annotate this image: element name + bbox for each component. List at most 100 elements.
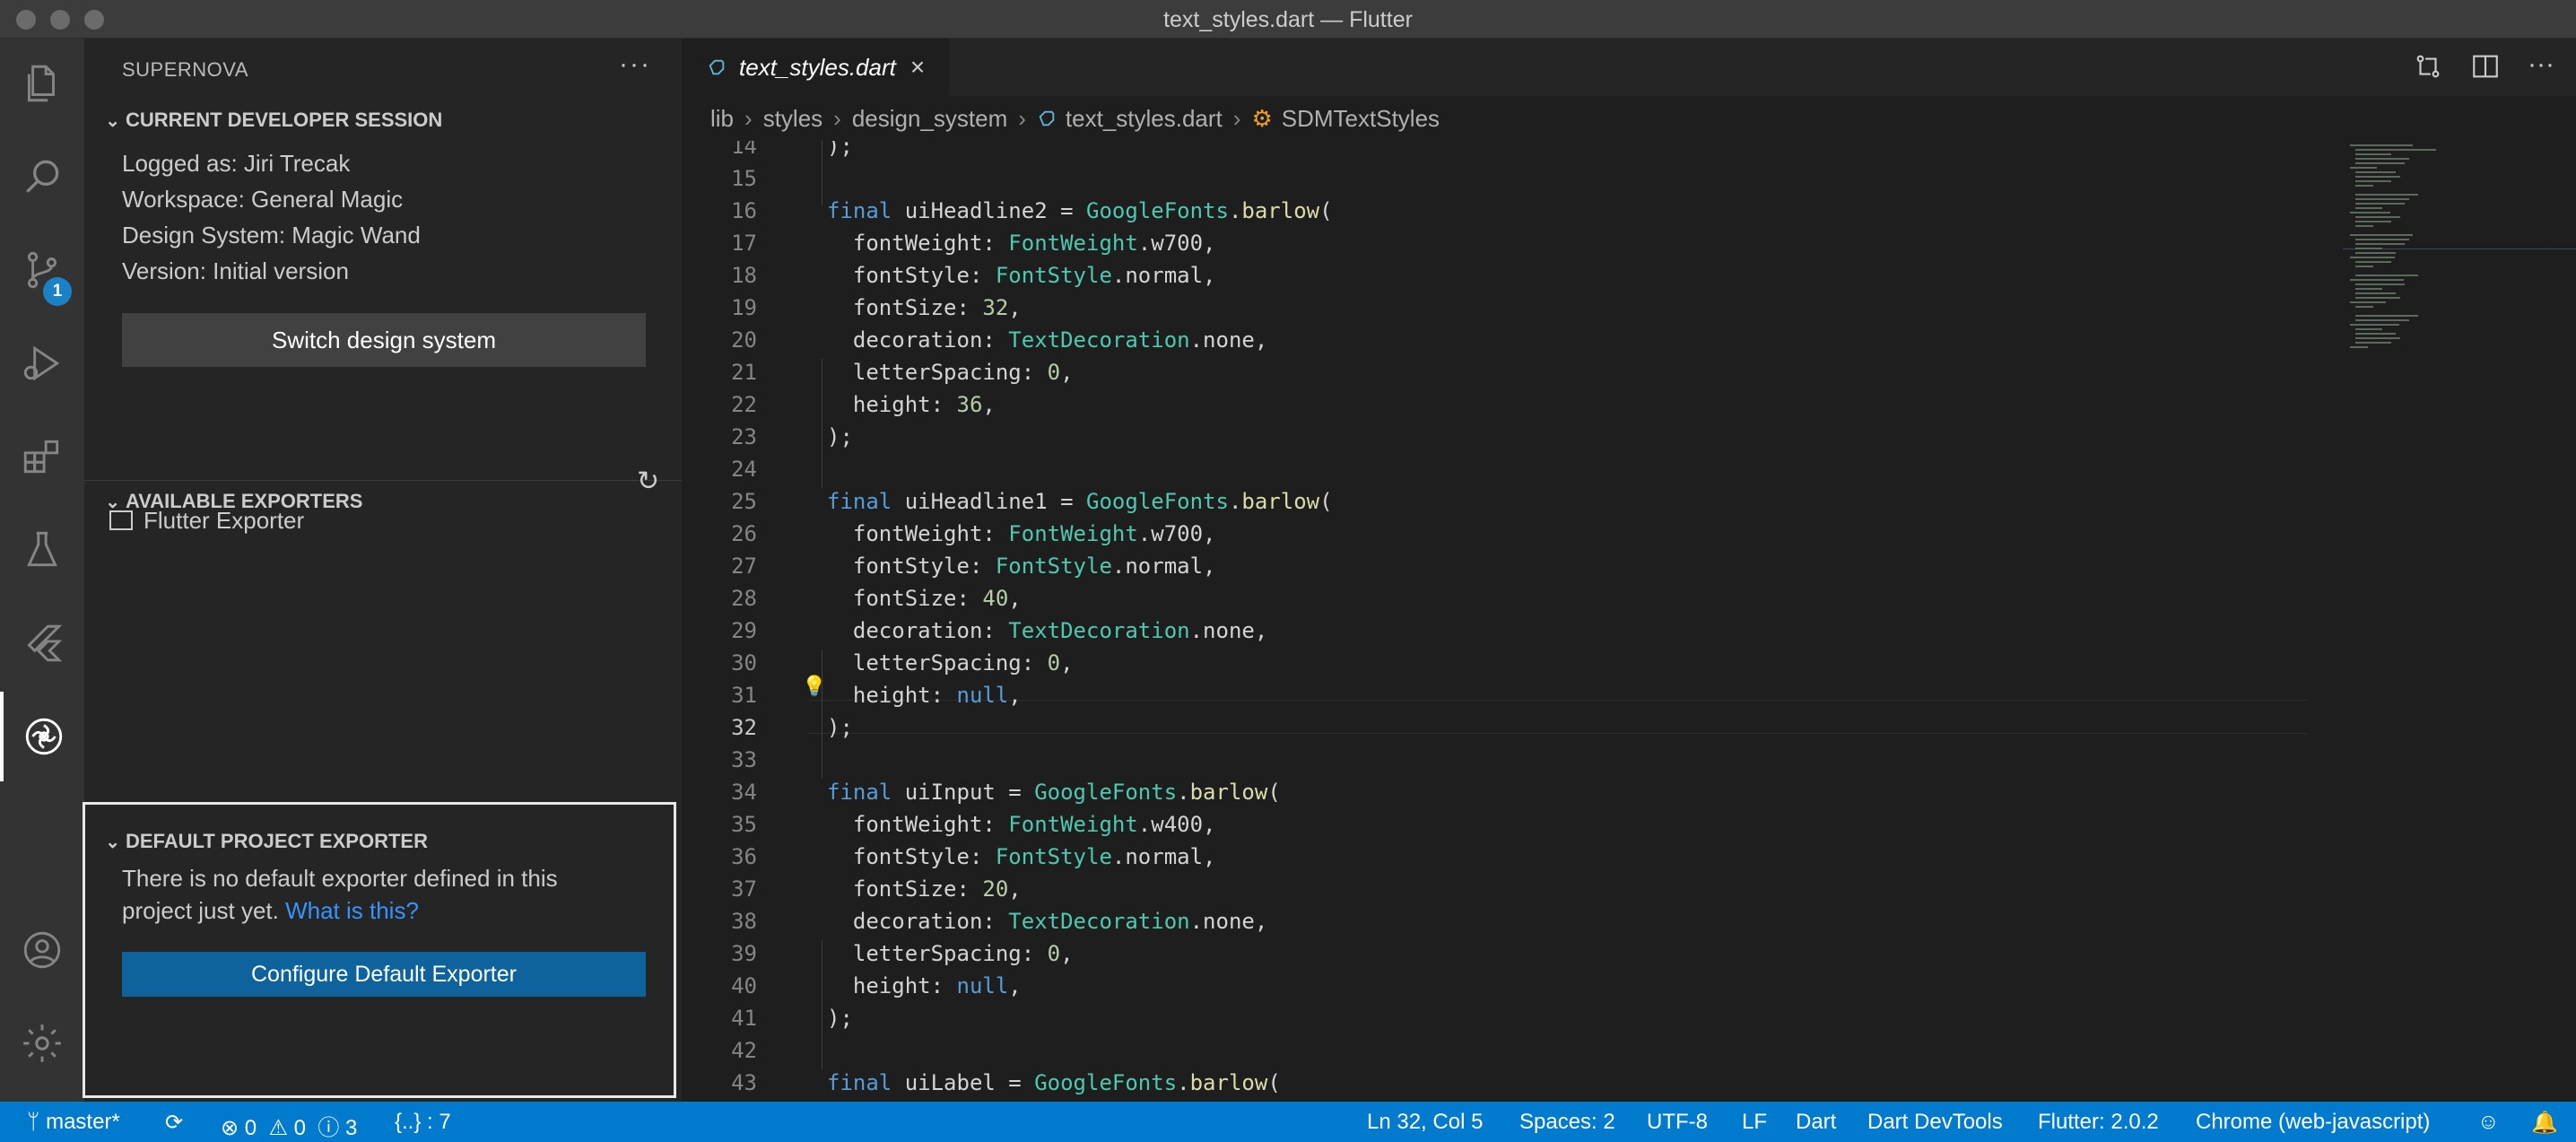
code-line[interactable]: 34 final uiInput = GoogleFonts.barlow( <box>682 780 2341 812</box>
code-line[interactable]: 39 letterSpacing: 0, <box>682 941 2341 973</box>
line-number: 25 <box>731 489 757 514</box>
line-number: 36 <box>731 844 757 869</box>
code-text: fontWeight: FontWeight.w400, <box>827 812 1216 837</box>
settings-icon[interactable] <box>0 998 84 1088</box>
outline-status[interactable]: {..} : 7 <box>395 1110 451 1135</box>
minimap-line <box>2355 225 2373 227</box>
code-line[interactable]: 25 final uiHeadline1 = GoogleFonts.barlow… <box>682 489 2341 521</box>
minimap[interactable] <box>2343 141 2576 1102</box>
line-number: 26 <box>731 521 757 546</box>
code-line[interactable]: 26 fontWeight: FontWeight.w700, <box>682 521 2341 554</box>
code-line[interactable]: 20 decoration: TextDecoration.none, <box>682 327 2341 360</box>
sync-icon[interactable]: ⟳ <box>165 1110 183 1136</box>
notifications-icon[interactable]: 🔔 <box>2531 1110 2558 1136</box>
tab-text-styles[interactable]: text_styles.dart × <box>682 39 949 96</box>
indentation-status[interactable]: Spaces: 2 <box>1519 1110 1615 1135</box>
error-count: 0 <box>244 1116 257 1140</box>
line-number: 24 <box>731 457 757 482</box>
encoding-status[interactable]: UTF-8 <box>1647 1110 1708 1135</box>
breadcrumb-design-system[interactable]: design_system <box>852 105 1007 133</box>
sidebar-title: SUPERNOVA <box>122 58 249 81</box>
section-default-exporter[interactable]: ⌄ DEFAULT PROJECT EXPORTER <box>84 821 682 862</box>
feedback-icon[interactable]: ☺ <box>2477 1110 2500 1135</box>
code-text: decoration: TextDecoration.none, <box>827 327 1268 353</box>
code-line[interactable]: 32); <box>682 715 2341 747</box>
git-branch-icon: ᛘ <box>27 1110 40 1134</box>
breadcrumb-styles[interactable]: styles <box>763 105 822 133</box>
code-line[interactable]: 14); <box>682 141 2341 166</box>
refresh-icon[interactable]: ↻ <box>637 466 659 497</box>
minimap-line <box>2350 234 2413 236</box>
split-editor-icon[interactable] <box>2470 51 2501 82</box>
flutter-version-status[interactable]: Flutter: 2.0.2 <box>2038 1110 2159 1135</box>
branch-status[interactable]: ᛘ master* <box>27 1110 120 1135</box>
eol-status[interactable]: LF <box>1742 1110 1767 1135</box>
code-line[interactable]: 15 <box>682 166 2341 198</box>
line-number: 31 <box>731 683 757 708</box>
code-line[interactable]: 27 fontStyle: FontStyle.normal, <box>682 554 2341 586</box>
code-line[interactable]: 30 letterSpacing: 0, <box>682 650 2341 683</box>
code-line[interactable]: 19 fontSize: 32, <box>682 295 2341 327</box>
minimap-line <box>2350 279 2404 281</box>
code-line[interactable]: 23); <box>682 424 2341 457</box>
dart-file-icon <box>1039 110 1055 126</box>
code-line[interactable]: 38 decoration: TextDecoration.none, <box>682 909 2341 941</box>
minimap-line <box>2350 212 2390 214</box>
list-item[interactable]: Flutter Exporter <box>109 507 304 535</box>
code-line[interactable]: 21 letterSpacing: 0, <box>682 360 2341 392</box>
section-current-session[interactable]: ⌄ CURRENT DEVELOPER SESSION <box>84 100 682 141</box>
run-debug-icon[interactable] <box>0 318 84 408</box>
line-number: 19 <box>731 295 757 320</box>
code-line[interactable]: 28 fontSize: 40, <box>682 586 2341 618</box>
device-status[interactable]: Chrome (web-javascript) <box>2196 1110 2430 1135</box>
source-control-icon[interactable]: 1 <box>0 225 84 315</box>
code-editor[interactable]: 14); 15 16 final uiHeadline2 = GoogleFonts.… <box>682 141 2576 1102</box>
code-line[interactable]: 22 height: 36, <box>682 392 2341 424</box>
breadcrumb-lib[interactable]: lib <box>710 105 734 133</box>
code-line[interactable]: 40 height: null, <box>682 973 2341 1006</box>
code-line[interactable]: 35 fontWeight: FontWeight.w400, <box>682 812 2341 844</box>
lightbulb-icon[interactable]: 💡 <box>802 676 826 698</box>
supernova-icon[interactable] <box>0 692 84 781</box>
extensions-icon[interactable] <box>0 412 84 501</box>
code-line[interactable]: 31 height: null, <box>682 683 2341 715</box>
code-line[interactable]: 43 final uiLabel = GoogleFonts.barlow( <box>682 1070 2341 1102</box>
minimap-line <box>2355 306 2373 308</box>
more-actions-button[interactable]: ··· <box>619 49 651 80</box>
close-tab-icon[interactable]: × <box>910 53 925 82</box>
account-icon[interactable] <box>0 905 84 995</box>
minimap-line <box>2355 337 2400 339</box>
line-number: 40 <box>731 973 757 998</box>
breadcrumb-file[interactable]: text_styles.dart <box>1066 105 1223 133</box>
code-text: fontSize: 20, <box>827 876 1022 902</box>
code-text: ); <box>827 715 853 740</box>
dart-devtools-status[interactable]: Dart DevTools <box>1867 1110 2003 1135</box>
line-number: 29 <box>731 618 757 643</box>
explorer-icon[interactable] <box>0 39 84 128</box>
what-is-this-link[interactable]: What is this? <box>285 897 419 924</box>
code-line[interactable]: 24 <box>682 457 2341 489</box>
search-icon[interactable] <box>0 132 84 222</box>
code-line[interactable]: 42 <box>682 1038 2341 1070</box>
code-line[interactable]: 33 <box>682 747 2341 780</box>
more-actions-icon[interactable]: ··· <box>2528 51 2558 82</box>
cursor-position[interactable]: Ln 32, Col 5 <box>1367 1110 1483 1135</box>
breadcrumb-class[interactable]: SDMTextStyles <box>1282 105 1440 133</box>
configure-default-exporter-button[interactable]: Configure Default Exporter <box>122 952 646 997</box>
code-line[interactable]: 36 fontStyle: FontStyle.normal, <box>682 844 2341 876</box>
open-changes-icon[interactable] <box>2413 51 2443 82</box>
code-line[interactable]: 17 fontWeight: FontWeight.w700, <box>682 231 2341 263</box>
chevron-down-icon: ⌄ <box>105 110 120 131</box>
code-line[interactable]: 29 decoration: TextDecoration.none, <box>682 618 2341 650</box>
switch-design-system-button[interactable]: Switch design system <box>122 313 646 367</box>
code-line[interactable]: 37 fontSize: 20, <box>682 876 2341 909</box>
code-line[interactable]: 18 fontStyle: FontStyle.normal, <box>682 263 2341 295</box>
code-line[interactable]: 41); <box>682 1006 2341 1038</box>
flutter-icon[interactable] <box>0 598 84 688</box>
testing-icon[interactable] <box>0 505 84 595</box>
minimap-line <box>2355 243 2405 245</box>
code-line[interactable]: 16 final uiHeadline2 = GoogleFonts.barlow… <box>682 198 2341 231</box>
language-status[interactable]: Dart <box>1796 1110 1836 1135</box>
problems-status[interactable]: ⊗ 0 ⚠ 0 ⓘ 3 <box>221 1110 357 1141</box>
code-text: fontWeight: FontWeight.w700, <box>827 521 1216 546</box>
